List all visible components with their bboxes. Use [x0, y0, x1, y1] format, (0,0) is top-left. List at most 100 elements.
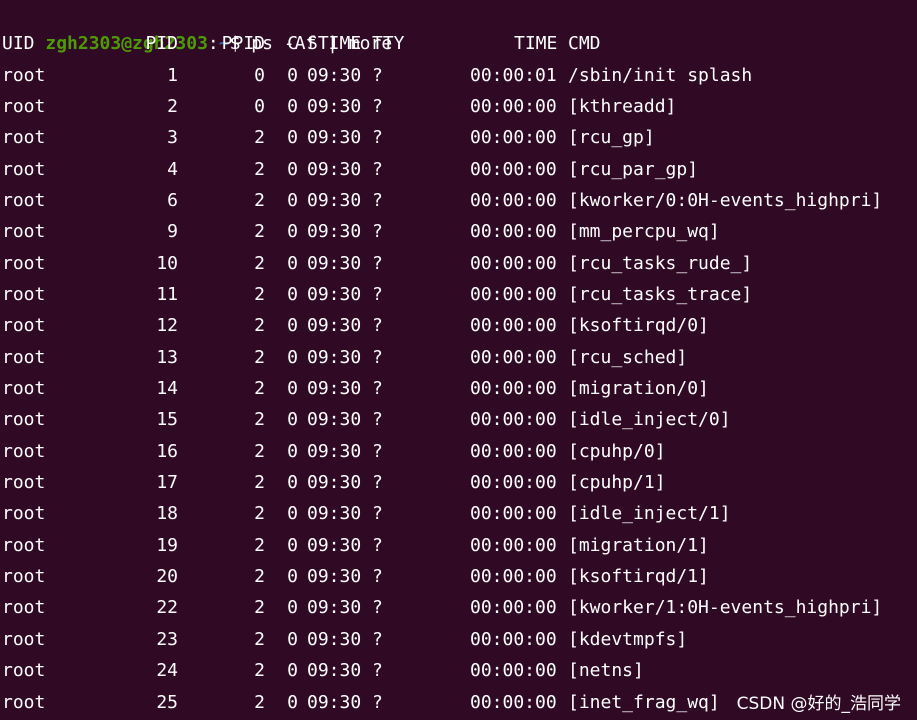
cell-tty: ? [372, 628, 383, 650]
cell-c: 0 [287, 503, 298, 525]
cell-time: 00:00:00 [470, 158, 557, 180]
header-cmd: CMD [568, 33, 601, 54]
cell-stime: 09:30 [307, 315, 362, 337]
cell-ppid: 2 [254, 378, 265, 399]
cell-pid: 3 [167, 127, 178, 149]
cell-tty: ? [372, 127, 383, 149]
cell-pid: 18 [156, 503, 178, 525]
cell-cmd: [idle_inject/1] [568, 503, 731, 525]
cell-tty: ? [372, 95, 383, 117]
cell-time: 00:00:00 [470, 315, 557, 337]
cell-pid: 4 [167, 158, 178, 180]
cell-cmd: [ksoftirqd/1] [568, 566, 709, 588]
table-row: root 14 2 0 09:30? 00:00:00 [migration/0] [2, 373, 917, 404]
table-row: root 6 2 0 09:30? 00:00:00 [kworker/0:0H-event… [2, 185, 917, 216]
cell-tty: ? [372, 64, 383, 86]
cell-stime: 09:30 [307, 472, 362, 494]
cell-uid: root [2, 64, 46, 86]
cell-ppid: 2 [254, 628, 265, 650]
cell-pid: 2 [167, 95, 178, 117]
cell-uid: root [2, 503, 46, 525]
cell-c: 0 [287, 660, 298, 682]
cell-time: 00:00:00 [470, 283, 557, 305]
cell-stime: 09:30 [307, 127, 362, 149]
table-row: root 3 2 0 09:30? 00:00:00 [rcu_gp] [2, 122, 917, 153]
cell-cmd: [kdevtmpfs] [568, 628, 688, 650]
cell-cmd: [rcu_tasks_trace] [568, 283, 753, 305]
cell-tty: ? [372, 660, 383, 682]
cell-tty: ? [372, 534, 383, 556]
cell-c: 0 [287, 472, 298, 494]
cell-stime: 09:30 [307, 252, 362, 274]
cell-tty: ? [372, 472, 383, 494]
table-row: root 2 0 0 09:30? 00:00:00 [kthreadd] [2, 91, 917, 122]
cell-tty: ? [372, 409, 383, 431]
cell-ppid: 2 [254, 534, 265, 556]
cell-uid: root [2, 628, 46, 650]
cell-time: 00:00:00 [470, 534, 557, 556]
cell-ppid: 2 [254, 440, 265, 462]
cell-tty: ? [372, 503, 383, 525]
cell-ppid: 2 [254, 283, 265, 305]
cell-tty: ? [372, 597, 383, 619]
terminal-window[interactable]: zgh2303@zgh2303:~$ ps -Af | more UID PID… [2, 0, 917, 720]
table-row: root 4 2 0 09:30? 00:00:00 [rcu_par_gp] [2, 154, 917, 185]
cell-stime: 09:30 [307, 221, 362, 243]
table-row: root 18 2 0 09:30? 00:00:00 [idle_inject/1] [2, 498, 917, 529]
table-header: UID PID PPID C STIME TTY TIME CMD [2, 28, 917, 59]
cell-ppid: 2 [254, 346, 265, 368]
cell-time: 00:00:00 [470, 221, 557, 243]
cell-c: 0 [287, 189, 298, 211]
cell-time: 00:00:00 [470, 346, 557, 368]
cell-time: 00:00:00 [470, 597, 557, 619]
cell-stime: 09:30 [307, 378, 362, 399]
cell-uid: root [2, 597, 46, 619]
cell-c: 0 [287, 597, 298, 619]
cell-ppid: 2 [254, 221, 265, 243]
cell-pid: 10 [156, 252, 178, 274]
cell-cmd: [idle_inject/0] [568, 409, 731, 431]
cell-ppid: 2 [254, 189, 265, 211]
cell-ppid: 0 [254, 64, 265, 86]
cell-time: 00:00:00 [470, 189, 557, 211]
cell-ppid: 2 [254, 503, 265, 525]
cell-cmd: [migration/1] [568, 534, 709, 556]
cell-cmd: [cpuhp/1] [568, 472, 666, 494]
cell-pid: 23 [156, 628, 178, 650]
cell-pid: 25 [156, 691, 178, 713]
cell-cmd: [kworker/0:0H-events_highpri] [568, 189, 883, 211]
cell-tty: ? [372, 283, 383, 305]
table-row: root 13 2 0 09:30? 00:00:00 [rcu_sched] [2, 342, 917, 373]
table-row: root 11 2 0 09:30? 00:00:00 [rcu_tasks_trace] [2, 279, 917, 310]
table-row: root 22 2 0 09:30? 00:00:00 [kworker/1:0H-even… [2, 592, 917, 623]
cell-cmd: [rcu_gp] [568, 127, 655, 149]
header-time: TIME [514, 33, 558, 54]
cell-uid: root [2, 346, 46, 368]
cell-pid: 14 [156, 378, 178, 399]
table-row: root 16 2 0 09:30? 00:00:00 [cpuhp/0] [2, 436, 917, 467]
cell-uid: root [2, 534, 46, 556]
cell-uid: root [2, 691, 46, 713]
cell-time: 00:00:00 [470, 628, 557, 650]
table-row: root 12 2 0 09:30? 00:00:00 [ksoftirqd/0] [2, 310, 917, 341]
cell-pid: 17 [156, 472, 178, 494]
cell-cmd: [rcu_tasks_rude_] [568, 252, 753, 274]
header-uid: UID [2, 33, 35, 54]
cell-pid: 19 [156, 534, 178, 556]
cell-time: 00:00:00 [470, 252, 557, 274]
cell-pid: 24 [156, 660, 178, 682]
cell-pid: 16 [156, 440, 178, 462]
cell-pid: 6 [167, 189, 178, 211]
header-c: C [287, 33, 298, 54]
cell-time: 00:00:00 [470, 691, 557, 713]
cell-uid: root [2, 315, 46, 337]
cell-pid: 20 [156, 566, 178, 588]
cell-pid: 15 [156, 409, 178, 431]
cell-ppid: 2 [254, 597, 265, 619]
cell-cmd: [ksoftirqd/0] [568, 315, 709, 337]
cell-stime: 09:30 [307, 628, 362, 650]
cell-c: 0 [287, 534, 298, 556]
cell-time: 00:00:00 [470, 440, 557, 462]
table-row: root 24 2 0 09:30? 00:00:00 [netns] [2, 655, 917, 686]
cell-uid: root [2, 283, 46, 305]
